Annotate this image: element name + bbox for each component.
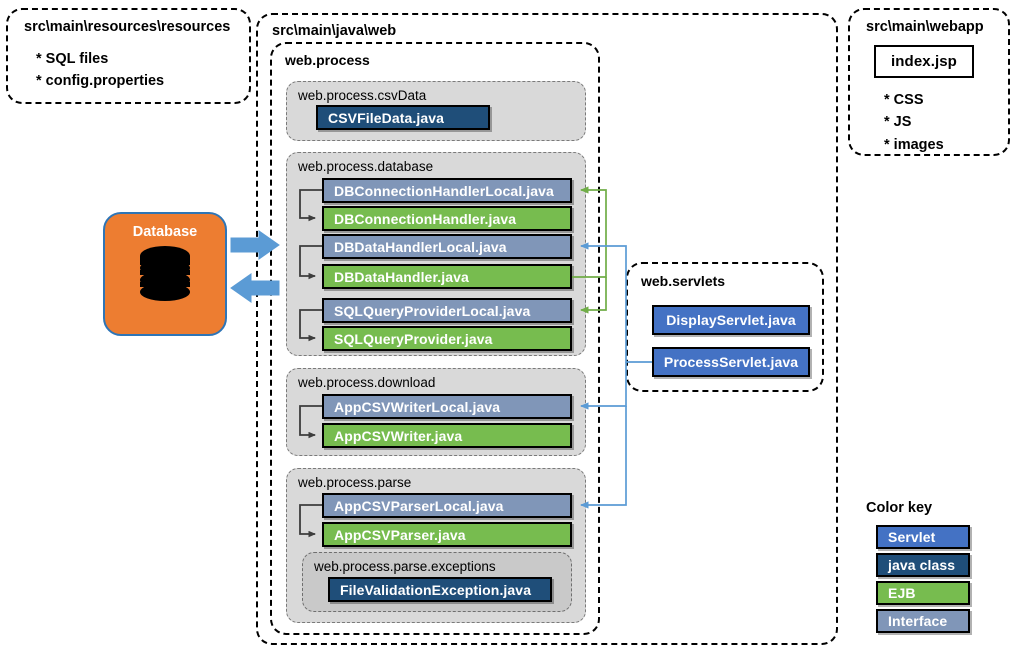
class-filevalidationexception[interactable]: FileValidationException.java [328, 577, 552, 602]
webapp-bullet-list: * CSS * JS * images [884, 92, 944, 153]
file-index-jsp[interactable]: index.jsp [874, 45, 974, 78]
container-resources: src\main\resources\resources * SQL files… [6, 8, 251, 104]
container-webapp: src\main\webapp index.jsp * CSS * JS * i… [848, 8, 1010, 156]
class-processservlet[interactable]: ProcessServlet.java [652, 347, 810, 377]
class-sqlqueryprovider[interactable]: SQLQueryProvider.java [322, 326, 572, 351]
class-appcsvwriterlocal[interactable]: AppCSVWriterLocal.java [322, 394, 572, 419]
package-csvdata-title: web.process.csvData [298, 88, 427, 103]
container-java-web-title: src\main\java\web [272, 23, 397, 39]
color-key-item-interface: Interface [876, 609, 970, 633]
class-dbconnectionhandlerlocal[interactable]: DBConnectionHandlerLocal.java [322, 178, 572, 203]
database-node-label: Database [132, 224, 198, 240]
container-web-servlets-title: web.servlets [641, 273, 726, 289]
class-dbdatahandler[interactable]: DBDataHandler.java [322, 264, 572, 289]
architecture-diagram: src\main\resources\resources * SQL files… [0, 0, 1019, 657]
package-parse-exceptions-title: web.process.parse.exceptions [314, 559, 496, 574]
package-download-title: web.process.download [298, 375, 436, 390]
database-cylinder-icon [140, 246, 190, 301]
class-dbconnectionhandler[interactable]: DBConnectionHandler.java [322, 206, 572, 231]
container-web-process-title: web.process [285, 52, 370, 68]
class-sqlqueryproviderlocal[interactable]: SQLQueryProviderLocal.java [322, 298, 572, 323]
container-webapp-title: src\main\webapp [866, 19, 984, 35]
class-displayservlet[interactable]: DisplayServlet.java [652, 305, 810, 335]
package-database-title: web.process.database [298, 159, 434, 174]
class-dbdatahandlerlocal[interactable]: DBDataHandlerLocal.java [322, 234, 572, 259]
database-node[interactable]: Database [103, 212, 227, 336]
class-csvfiledata[interactable]: CSVFileData.java [316, 105, 490, 130]
container-resources-title: src\main\resources\resources [24, 19, 231, 35]
color-key-title: Color key [866, 500, 933, 516]
color-key-item-servlet: Servlet [876, 525, 970, 549]
package-parse-title: web.process.parse [298, 475, 412, 490]
class-appcsvparser[interactable]: AppCSVParser.java [322, 522, 572, 547]
color-key-item-ejb: EJB [876, 581, 970, 605]
color-key-item-java-class: java class [876, 553, 970, 577]
class-appcsvparserlocal[interactable]: AppCSVParserLocal.java [322, 493, 572, 518]
resources-bullet-list: * SQL files * config.properties [36, 51, 165, 90]
class-appcsvwriter[interactable]: AppCSVWriter.java [322, 423, 572, 448]
